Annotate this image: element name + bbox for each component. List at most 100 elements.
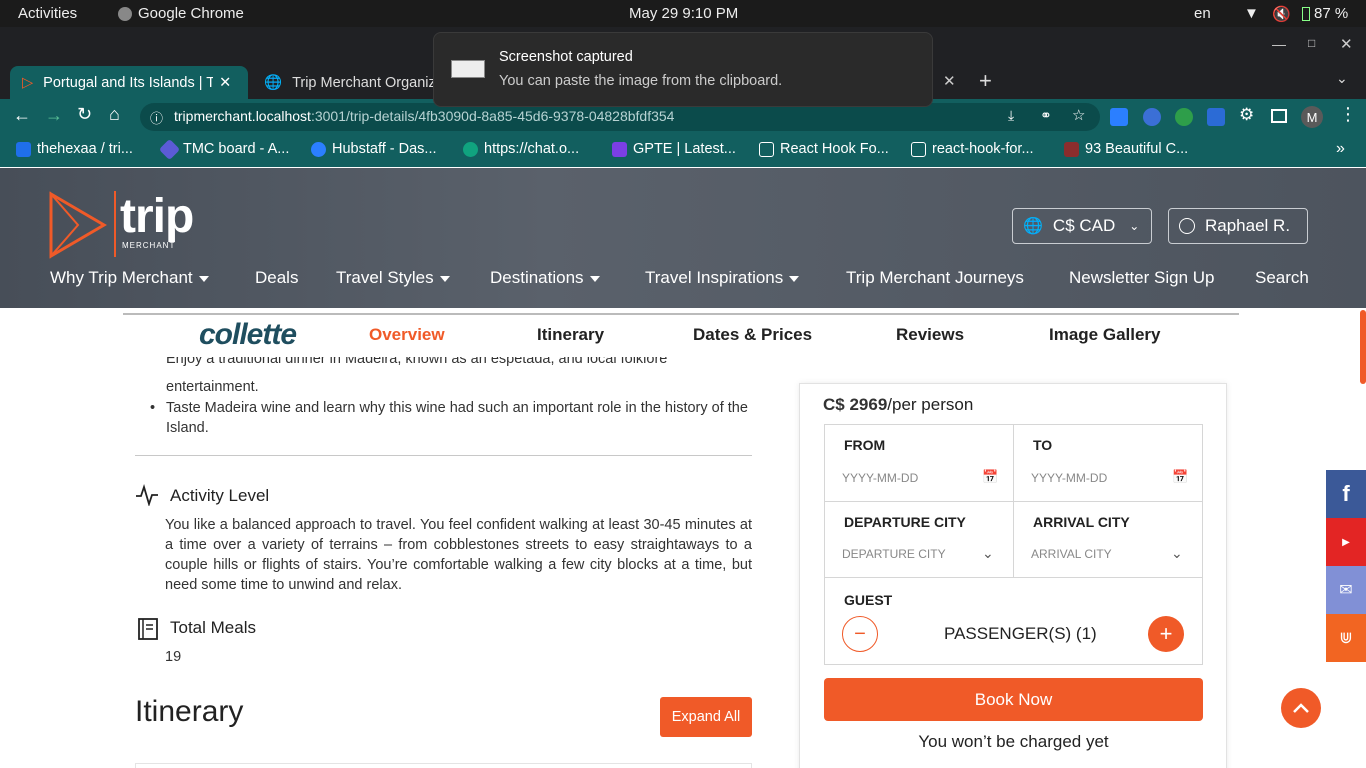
home-button[interactable]: ⌂ xyxy=(109,104,120,125)
departure-city-select[interactable]: DEPARTURE CITY ⌄ xyxy=(842,545,998,565)
more-bookmarks-icon[interactable]: » xyxy=(1336,140,1345,158)
address-bar[interactable]: ⓘ tripmerchant.localhost:3001/trip-detai… xyxy=(140,103,1100,131)
nav-search[interactable]: Search xyxy=(1255,268,1309,288)
side-panel-icon[interactable] xyxy=(1271,109,1287,123)
tab-close-icon[interactable]: ✕ xyxy=(943,72,956,90)
site-info-icon[interactable]: ⓘ xyxy=(150,108,163,127)
battery-indicator[interactable]: 87 % xyxy=(1302,5,1348,22)
subnav-reviews[interactable]: Reviews xyxy=(896,325,964,345)
back-button[interactable]: ← xyxy=(13,105,31,126)
tab-search-icon[interactable]: ⌄ xyxy=(1336,70,1348,87)
user-account-button[interactable]: Raphael R. xyxy=(1168,208,1308,244)
more-menu-icon[interactable]: ⋮ xyxy=(1339,104,1357,125)
bookmark-favicon-icon xyxy=(612,141,627,157)
tab-portugal[interactable]: ▷ Portugal and Its Islands | T ✕ xyxy=(10,66,248,99)
tab-close-icon[interactable]: ✕ xyxy=(219,75,231,91)
collette-logo: collette xyxy=(199,318,297,351)
bookmark-item[interactable]: thehexaa / tri... xyxy=(16,141,133,157)
bookmark-item[interactable]: react-hook-for... xyxy=(911,141,1034,157)
app-menu[interactable]: Google Chrome xyxy=(118,5,244,22)
profile-avatar[interactable]: M xyxy=(1301,106,1323,128)
total-meals-value: 19 xyxy=(165,649,182,665)
bookmark-item[interactable]: 93 Beautiful C... xyxy=(1064,141,1188,157)
bullet-text: Enjoy a traditional dinner in Madeira, k… xyxy=(166,357,668,367)
youtube-share-button[interactable]: ▶ xyxy=(1326,518,1366,566)
facebook-share-button[interactable]: f xyxy=(1326,470,1366,518)
highlight-bullet-item: • Taste Madeira wine and learn why this … xyxy=(150,398,750,438)
install-app-icon[interactable]: ⤓ xyxy=(1008,107,1014,124)
departure-city-placeholder: DEPARTURE CITY xyxy=(842,547,946,561)
to-date-input[interactable]: YYYY-MM-DD 📅 xyxy=(1031,468,1188,488)
extension-icon[interactable] xyxy=(1110,108,1128,126)
extension-icon[interactable] xyxy=(1143,108,1161,126)
minimize-window-button[interactable]: — xyxy=(1272,36,1286,52)
tab-trip-merchant[interactable]: 🌐 Trip Merchant Organiz xyxy=(252,66,436,99)
arrival-city-select[interactable]: ARRIVAL CITY ⌄ xyxy=(1031,545,1187,565)
bookmark-item[interactable]: Hubstaff - Das... xyxy=(311,141,437,157)
screenshot-notification[interactable]: Screenshot captured You can paste the im… xyxy=(433,32,933,107)
wifi-icon[interactable]: ▼ xyxy=(1244,5,1259,22)
language-indicator[interactable]: en xyxy=(1194,5,1211,22)
close-window-button[interactable]: ✕ xyxy=(1340,35,1353,53)
from-date-input[interactable]: YYYY-MM-DD 📅 xyxy=(842,468,998,488)
subnav-image-gallery[interactable]: Image Gallery xyxy=(1049,325,1161,345)
bookmark-favicon-icon xyxy=(158,138,181,160)
price-suffix: /per person xyxy=(887,395,974,414)
currency-selector[interactable]: 🌐 C$ CAD ⌄ xyxy=(1012,208,1152,244)
to-date-placeholder: YYYY-MM-DD xyxy=(1031,471,1108,485)
form-divider xyxy=(825,501,1202,502)
bookmark-item[interactable]: https://chat.o... xyxy=(463,141,579,157)
bookmark-label: Hubstaff - Das... xyxy=(332,141,437,157)
reload-button[interactable]: ↻ xyxy=(77,104,92,125)
nav-travel-inspirations[interactable]: Travel Inspirations xyxy=(645,268,800,288)
bullet-text: Taste Madeira wine and learn why this wi… xyxy=(166,400,748,436)
book-now-button[interactable]: Book Now xyxy=(824,678,1203,721)
bookmark-item[interactable]: TMC board - A... xyxy=(158,138,290,160)
expand-all-button[interactable]: Expand All xyxy=(660,697,752,737)
nav-newsletter-sign-up[interactable]: Newsletter Sign Up xyxy=(1069,268,1215,288)
nav-travel-styles[interactable]: Travel Styles xyxy=(336,268,450,288)
chevron-down-icon: ⌄ xyxy=(982,545,994,561)
decrease-passengers-button[interactable]: − xyxy=(842,616,878,652)
page-scrollbar-thumb[interactable] xyxy=(1360,310,1366,384)
nav-trip-merchant-journeys[interactable]: Trip Merchant Journeys xyxy=(846,268,1024,288)
bookmark-item[interactable]: React Hook Fo... xyxy=(759,141,889,157)
subnav-dates-prices[interactable]: Dates & Prices xyxy=(693,325,812,345)
new-tab-button[interactable]: + xyxy=(979,68,992,94)
nav-label: Trip Merchant Journeys xyxy=(846,268,1024,287)
volume-muted-icon[interactable]: 🔇 xyxy=(1272,5,1291,23)
share-more-button[interactable]: ⋓ xyxy=(1326,614,1366,662)
chevron-up-icon xyxy=(1293,703,1309,713)
bookmark-label: TMC board - A... xyxy=(183,141,290,157)
globe-icon: 🌐 xyxy=(1023,218,1043,235)
scroll-to-top-button[interactable] xyxy=(1281,688,1321,728)
nav-label: Travel Styles xyxy=(336,268,434,287)
nav-destinations[interactable]: Destinations xyxy=(490,268,600,288)
activities-button[interactable]: Activities xyxy=(18,5,77,22)
chevron-down-icon: ⌄ xyxy=(1129,219,1140,233)
itinerary-day-card[interactable] xyxy=(135,763,752,768)
extension-icon[interactable] xyxy=(1175,108,1193,126)
bookmark-favicon-icon xyxy=(16,141,31,157)
calendar-icon[interactable]: 📅 xyxy=(1172,469,1188,485)
subnav-itinerary[interactable]: Itinerary xyxy=(537,325,604,345)
nav-why-trip-merchant[interactable]: Why Trip Merchant xyxy=(50,268,209,288)
calendar-icon[interactable]: 📅 xyxy=(982,469,998,485)
extensions-puzzle-icon[interactable]: ⚙ xyxy=(1239,105,1254,125)
email-share-button[interactable]: ✉ xyxy=(1326,566,1366,614)
battery-icon xyxy=(1302,6,1310,21)
extension-icon[interactable] xyxy=(1207,108,1225,126)
trip-merchant-logo[interactable]: trip MERCHANT xyxy=(48,191,208,261)
share-icon[interactable]: ⚭ xyxy=(1040,107,1052,124)
clock[interactable]: May 29 9:10 PM xyxy=(629,5,738,22)
maximize-window-button[interactable]: □ xyxy=(1308,36,1315,50)
bookmark-star-icon[interactable]: ☆ xyxy=(1072,106,1085,124)
subnav-overview[interactable]: Overview xyxy=(369,325,445,345)
bookmark-item[interactable]: GPTE | Latest... xyxy=(612,141,736,157)
pulse-icon xyxy=(135,483,159,511)
nav-deals[interactable]: Deals xyxy=(255,268,298,288)
subnav-divider xyxy=(123,313,1239,315)
logo-text: trip xyxy=(120,190,194,243)
increase-passengers-button[interactable]: + xyxy=(1148,616,1184,652)
forward-button[interactable]: → xyxy=(45,105,63,126)
